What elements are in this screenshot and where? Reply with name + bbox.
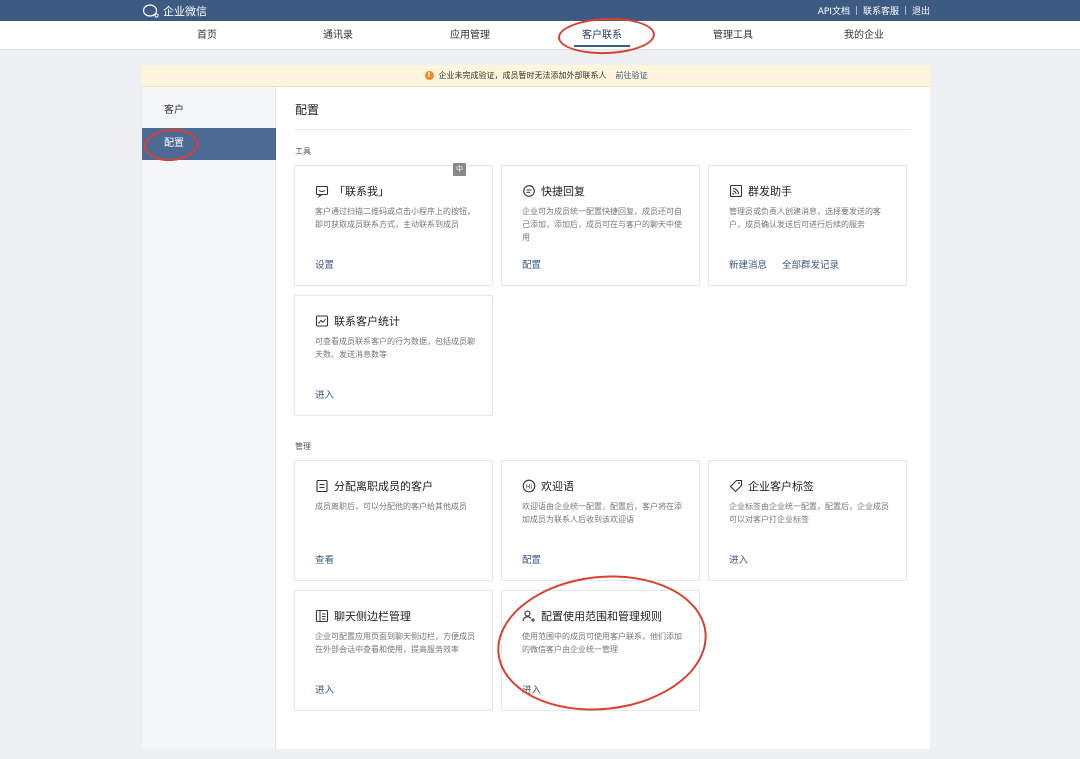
top-links: API文档 联系客服 退出 bbox=[818, 4, 930, 17]
card-title-text: 群发助手 bbox=[748, 185, 792, 198]
brand-name: 企业微信 bbox=[163, 5, 207, 18]
assign-document-icon bbox=[316, 479, 328, 493]
settings-link[interactable]: 设置 bbox=[315, 257, 334, 271]
card-chat-sidebar-management: 聊天侧边栏管理 企业可配置应用页面到聊天侧边栏，方便成员在外部会话中查看和使用，… bbox=[294, 590, 493, 711]
nav-my-company[interactable]: 我的企业 bbox=[798, 21, 930, 50]
card-title: Hi 欢迎语 bbox=[522, 478, 574, 494]
nav-home[interactable]: 首页 bbox=[141, 21, 273, 50]
card-title: 企业客户标签 bbox=[729, 478, 814, 494]
divider bbox=[295, 129, 911, 130]
section-label-tools: 工具 bbox=[295, 147, 311, 156]
card-welcome-message: Hi 欢迎语 欢迎语由企业统一配置，配置后，客户将在添加成员为联系人后收到该欢迎… bbox=[501, 460, 700, 581]
card-actions: 新建消息 全部群发记录 bbox=[729, 257, 854, 271]
divider bbox=[855, 6, 857, 15]
card-assign-resigned-customers: 分配离职成员的客户 成员离职后，可以分配他的客户给其他成员 查看 bbox=[294, 460, 493, 581]
card-actions: 查看 bbox=[315, 552, 349, 566]
quick-reply-icon bbox=[523, 185, 535, 197]
card-contact-statistics: 联系客户统计 可查看成员联系客户的行为数据，包括成员聊天数、发送消息数等 进入 bbox=[294, 295, 493, 416]
broadcast-icon bbox=[729, 184, 743, 198]
card-actions: 进入 bbox=[522, 682, 556, 696]
configure-link[interactable]: 配置 bbox=[522, 552, 541, 566]
welcome-hi-icon: Hi bbox=[522, 479, 536, 493]
card-description: 使用范围中的成员可使用客户联系，他们添加的微信客户由企业统一管理 bbox=[522, 632, 682, 654]
sidebar-item-config[interactable]: 配置 bbox=[142, 128, 276, 160]
wecom-logo-icon bbox=[142, 4, 159, 18]
enter-link[interactable]: 进入 bbox=[315, 387, 334, 401]
zh-badge: 中 bbox=[453, 163, 466, 176]
card-title: 配置使用范围和管理规则 bbox=[522, 608, 662, 624]
card-title-text: 快捷回复 bbox=[541, 185, 585, 198]
content-panel: ! 企业未完成验证，成员暂时无法添加外部联系人 前往验证 客户 配置 配置 工具… bbox=[142, 65, 930, 749]
api-docs-link[interactable]: API文档 bbox=[818, 4, 850, 17]
new-message-link[interactable]: 新建消息 bbox=[729, 257, 767, 271]
contact-me-icon bbox=[315, 185, 329, 198]
card-title-text: 分配离职成员的客户 bbox=[334, 480, 433, 493]
card-contact-me: 中 「联系我」 客户通过扫描二维码或点击小程序上的按钮，即可获取成员联系方式，主… bbox=[294, 163, 493, 286]
card-quick-reply: 快捷回复 企业可为成员统一配置快捷回复，成员还可自己添加，添加后，成员可在与客户… bbox=[501, 165, 700, 286]
card-actions: 进入 bbox=[315, 387, 349, 401]
enter-link[interactable]: 进入 bbox=[729, 552, 748, 566]
tag-icon bbox=[729, 479, 743, 493]
verify-link[interactable]: 前往验证 bbox=[616, 70, 648, 81]
view-link[interactable]: 查看 bbox=[315, 552, 334, 566]
configure-link[interactable]: 配置 bbox=[522, 257, 541, 271]
top-bar: 企业微信 API文档 联系客服 退出 bbox=[0, 0, 1080, 21]
support-link[interactable]: 联系客服 bbox=[863, 4, 899, 17]
section-label-manage: 管理 bbox=[295, 442, 311, 451]
card-actions: 设置 bbox=[315, 257, 349, 271]
card-title: 快捷回复 bbox=[522, 183, 585, 199]
card-usage-scope-rules: 配置使用范围和管理规则 使用范围中的成员可使用客户联系，他们添加的微信客户由企业… bbox=[501, 590, 700, 711]
nav-contacts[interactable]: 通讯录 bbox=[272, 21, 404, 50]
card-title-text: 欢迎语 bbox=[541, 480, 574, 493]
card-description: 企业可为成员统一配置快捷回复，成员还可自己添加，添加后，成员可在与客户的聊天中使… bbox=[522, 207, 682, 242]
page-title: 配置 bbox=[295, 103, 320, 117]
notice-text: 企业未完成验证，成员暂时无法添加外部联系人 bbox=[438, 71, 607, 80]
nav-management-tools[interactable]: 管理工具 bbox=[667, 21, 799, 50]
brand[interactable]: 企业微信 bbox=[142, 3, 207, 19]
card-actions: 配置 bbox=[522, 257, 556, 271]
card-broadcast-assistant: 群发助手 管理员或负责人创建消息，选择要发送的客户，成员确认发送后可进行后续的服… bbox=[708, 165, 907, 286]
sidebar-panel-icon bbox=[315, 609, 329, 623]
card-description: 客户通过扫描二维码或点击小程序上的按钮，即可获取成员联系方式，主动联系到成员 bbox=[315, 207, 475, 229]
main-nav: 首页 通讯录 应用管理 客户联系 管理工具 我的企业 bbox=[0, 21, 1080, 50]
card-title: 群发助手 bbox=[729, 183, 792, 199]
card-actions: 进入 bbox=[315, 682, 349, 696]
card-title-text: 配置使用范围和管理规则 bbox=[541, 610, 662, 623]
enter-link[interactable]: 进入 bbox=[522, 682, 541, 696]
card-description: 可查看成员联系客户的行为数据，包括成员聊天数、发送消息数等 bbox=[315, 337, 475, 359]
logout-link[interactable]: 退出 bbox=[912, 4, 930, 17]
main-content: 配置 工具 中 「联系我」 客户通过扫描二维码或点击小程序上的按钮，即可获取成员… bbox=[276, 87, 930, 749]
sidebar: 客户 配置 bbox=[142, 87, 276, 749]
sidebar-item-customers[interactable]: 客户 bbox=[142, 95, 276, 127]
card-customer-tags: 企业客户标签 企业标签由企业统一配置，配置后，企业成员可以对客户打企业标签 进入 bbox=[708, 460, 907, 581]
divider bbox=[904, 6, 906, 15]
card-actions: 配置 bbox=[522, 552, 556, 566]
enter-link[interactable]: 进入 bbox=[315, 682, 334, 696]
card-title: 聊天侧边栏管理 bbox=[315, 608, 411, 624]
user-add-icon bbox=[522, 610, 535, 622]
card-description: 管理员或负责人创建消息，选择要发送的客户，成员确认发送后可进行后续的服务 bbox=[729, 207, 881, 229]
svg-text:Hi: Hi bbox=[526, 483, 533, 490]
verification-notice: ! 企业未完成验证，成员暂时无法添加外部联系人 前往验证 bbox=[142, 65, 930, 87]
card-description: 企业标签由企业统一配置，配置后，企业成员可以对客户打企业标签 bbox=[729, 502, 889, 524]
statistics-chart-icon bbox=[315, 315, 329, 327]
all-broadcast-records-link[interactable]: 全部群发记录 bbox=[782, 257, 839, 271]
card-title: 「联系我」 bbox=[315, 183, 389, 199]
card-description: 成员离职后，可以分配他的客户给其他成员 bbox=[315, 502, 467, 511]
card-description: 企业可配置应用页面到聊天侧边栏，方便成员在外部会话中查看和使用，提高服务效率 bbox=[315, 632, 475, 654]
card-title-text: 聊天侧边栏管理 bbox=[334, 610, 411, 623]
card-title-text: 企业客户标签 bbox=[748, 480, 814, 493]
card-title-text: 「联系我」 bbox=[334, 185, 389, 198]
card-title: 联系客户统计 bbox=[315, 313, 400, 329]
warning-icon: ! bbox=[424, 71, 434, 80]
nav-customer-contact[interactable]: 客户联系 bbox=[536, 21, 668, 50]
nav-app-management[interactable]: 应用管理 bbox=[404, 21, 536, 50]
card-description: 欢迎语由企业统一配置，配置后，客户将在添加成员为联系人后收到该欢迎语 bbox=[522, 502, 682, 524]
card-actions: 进入 bbox=[729, 552, 763, 566]
card-title: 分配离职成员的客户 bbox=[315, 478, 433, 494]
card-title-text: 联系客户统计 bbox=[334, 315, 400, 328]
